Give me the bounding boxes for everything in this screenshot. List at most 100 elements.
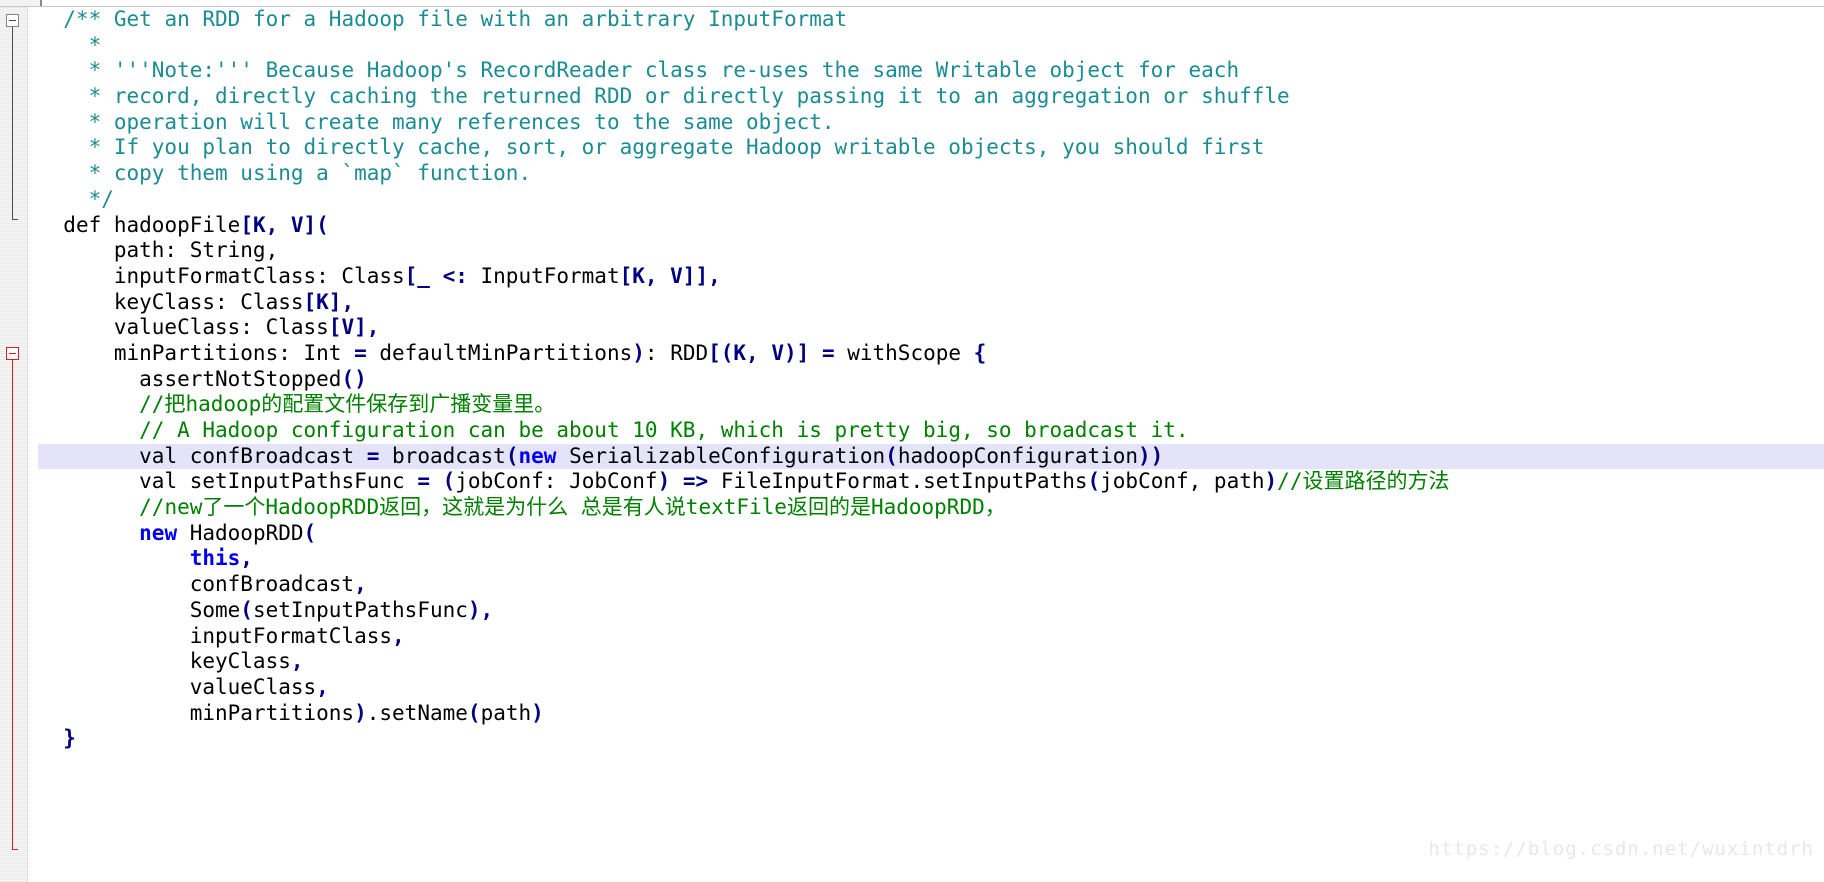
code-line[interactable]: // A Hadoop configuration can be about 1… xyxy=(38,418,1824,444)
punctuation-token: , xyxy=(240,546,253,571)
operator-token: = xyxy=(417,469,430,494)
code-token: def hadoopFile xyxy=(63,212,241,237)
code-line[interactable]: keyClass: Class[K], xyxy=(38,290,1824,316)
code-line-content: valueClass, xyxy=(38,675,329,699)
doc-comment-token: * If you plan to directly cache, sort, o… xyxy=(88,135,1265,160)
code-line[interactable]: * record, directly caching the returned … xyxy=(38,84,1824,110)
code-line-content: /** Get an RDD for a Hadoop file with an… xyxy=(38,7,847,31)
code-line[interactable]: inputFormatClass: Class[_ <: InputFormat… xyxy=(38,264,1824,290)
punctuation-token: )) xyxy=(1138,443,1164,468)
code-line[interactable]: //new了一个HadoopRDD返回，这就是为什么 总是有人说textFile… xyxy=(38,495,1824,521)
code-token: : RDD xyxy=(644,340,709,365)
code-line-content: // A Hadoop configuration can be about 1… xyxy=(38,418,1189,442)
code-line-content: minPartitions).setName(path) xyxy=(38,701,544,725)
code-token: valueClass xyxy=(189,674,317,699)
code-line[interactable]: keyClass, xyxy=(38,649,1824,675)
code-line[interactable]: Some(setInputPathsFunc), xyxy=(38,598,1824,624)
punctuation-token: ) xyxy=(1264,469,1278,494)
line-comment-token: // A Hadoop configuration can be about 1… xyxy=(139,418,1189,442)
code-line[interactable]: valueClass, xyxy=(38,675,1824,701)
punctuation-token: , xyxy=(316,674,329,699)
code-line[interactable]: val setInputPathsFunc = (jobConf: JobCon… xyxy=(38,469,1824,495)
code-line[interactable]: * If you plan to directly cache, sort, o… xyxy=(38,135,1824,161)
doc-comment-token: * xyxy=(88,32,102,57)
code-line[interactable]: valueClass: Class[V], xyxy=(38,315,1824,341)
code-line-content: keyClass: Class[K], xyxy=(38,290,354,314)
code-line[interactable]: } xyxy=(38,726,1824,752)
code-line[interactable]: inputFormatClass, xyxy=(38,624,1824,650)
punctuation-token: [K], xyxy=(303,289,355,314)
code-line-content: * If you plan to directly cache, sort, o… xyxy=(38,135,1265,160)
doc-comment-token: * copy them using a `map` function. xyxy=(88,161,532,186)
code-line[interactable]: //把hadoop的配置文件保存到广播变量里。 xyxy=(38,392,1824,418)
line-comment-token: //new了一个HadoopRDD返回，这就是为什么 总是有人说textFile… xyxy=(139,495,1006,520)
code-line-content: new HadoopRDD( xyxy=(38,521,316,545)
code-line-content: valueClass: Class[V], xyxy=(38,315,380,340)
code-line[interactable]: * operation will create many references … xyxy=(38,110,1824,136)
code-line[interactable]: * '''Note:''' Because Hadoop's RecordRea… xyxy=(38,58,1824,84)
code-line-content: * xyxy=(38,32,102,57)
punctuation-token: , xyxy=(290,649,304,674)
code-line[interactable]: /** Get an RDD for a Hadoop file with an… xyxy=(38,7,1824,33)
code-line[interactable]: this, xyxy=(38,546,1824,572)
code-token: broadcast xyxy=(379,443,506,468)
code-line[interactable]: def hadoopFile[K, V]( xyxy=(38,213,1824,239)
doc-comment-token: */ xyxy=(88,186,114,211)
punctuation-token: , xyxy=(354,572,367,597)
punctuation-token: ), xyxy=(467,597,494,622)
code-line[interactable]: */ xyxy=(38,187,1824,213)
code-line[interactable]: confBroadcast, xyxy=(38,572,1824,598)
punctuation-token: [K, V]( xyxy=(240,212,329,237)
punctuation-token: ( xyxy=(505,443,519,468)
fold-line-doc-comment xyxy=(12,27,18,220)
code-line-content: confBroadcast, xyxy=(38,572,367,596)
line-comment-token: //把hadoop的配置文件保存到广播变量里。 xyxy=(139,392,556,417)
code-line[interactable]: assertNotStopped() xyxy=(38,367,1824,393)
code-line-content: } xyxy=(38,726,76,750)
code-line[interactable]: minPartitions).setName(path) xyxy=(38,701,1824,727)
punctuation-token: } xyxy=(63,726,76,751)
fold-marker-method-body[interactable] xyxy=(6,347,19,360)
code-token: setInputPathsFunc xyxy=(252,597,468,622)
code-token: inputFormatClass: Class xyxy=(113,263,405,288)
punctuation-token: [V], xyxy=(328,315,380,340)
code-line-content: val confBroadcast = broadcast(new Serial… xyxy=(38,444,1163,468)
code-line[interactable]: * xyxy=(38,33,1824,59)
code-token: hadoopConfiguration xyxy=(897,443,1139,468)
code-token: .setName xyxy=(366,700,468,725)
editor-tab-stub[interactable] xyxy=(0,0,42,6)
code-line[interactable]: * copy them using a `map` function. xyxy=(38,161,1824,187)
punctuation-token: [(K, V)] xyxy=(708,340,810,365)
doc-comment-token: * operation will create many references … xyxy=(88,109,835,134)
keyword-token: new xyxy=(518,443,557,468)
code-line[interactable]: path: String, xyxy=(38,238,1824,264)
code-line[interactable]: minPartitions: Int = defaultMinPartition… xyxy=(38,341,1824,367)
code-line[interactable]: new HadoopRDD( xyxy=(38,521,1824,547)
code-line-content: val setInputPathsFunc = (jobConf: JobCon… xyxy=(38,469,1449,493)
punctuation-token: ( xyxy=(442,469,456,494)
code-line-content: inputFormatClass: Class[_ <: InputFormat… xyxy=(38,264,721,288)
code-line[interactable]: val confBroadcast = broadcast(new Serial… xyxy=(0,443,1824,470)
code-text-area[interactable]: /** Get an RDD for a Hadoop file with an… xyxy=(0,7,1824,882)
punctuation-token: () xyxy=(341,366,367,391)
fold-gutter[interactable] xyxy=(0,7,28,882)
fold-marker-doc-comment[interactable] xyxy=(6,14,19,27)
